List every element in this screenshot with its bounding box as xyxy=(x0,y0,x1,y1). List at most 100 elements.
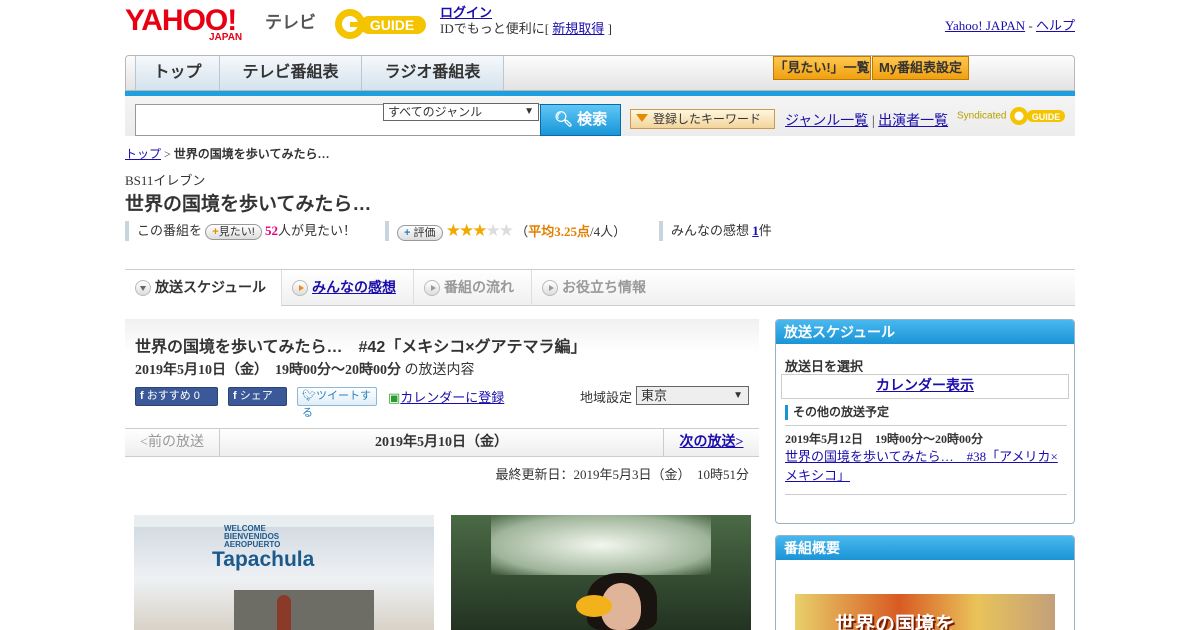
search-button-label: 検索 xyxy=(577,111,608,128)
nav-tab-tv-schedule[interactable]: テレビ番組表 xyxy=(220,56,362,90)
genre-select-value: すべてのジャンル xyxy=(388,105,483,119)
sidebar-summary-box: 番組概要 世界の国境を xyxy=(775,535,1075,630)
yahoo-japan-link[interactable]: Yahoo! JAPAN xyxy=(945,18,1025,33)
impressions-prefix: みんなの感想 xyxy=(671,223,750,238)
episode-datetime: 2019年5月10日（金） 19時00分～20時00分 xyxy=(135,363,401,378)
star-filled-icon: ★ xyxy=(472,221,487,240)
plus-icon: + xyxy=(404,227,411,240)
nav-tab-top[interactable]: トップ xyxy=(135,56,220,90)
gguide-logo: GUIDE xyxy=(334,6,432,42)
calendar-button-label[interactable]: カレンダー表示 xyxy=(876,379,974,394)
top-right-links: Yahoo! JAPAN - ヘルプ xyxy=(945,15,1075,34)
last-updated: 最終更新日：2019年5月3日（金） 10時51分 xyxy=(495,467,749,482)
play-icon xyxy=(542,280,558,296)
tab-schedule-label: 放送スケジュール xyxy=(155,279,267,295)
airport-sign: Tapachula xyxy=(212,548,315,571)
want-suffix: 人が見たい！ xyxy=(278,223,357,238)
share-label: シェア xyxy=(239,390,273,402)
photo-doorway xyxy=(234,590,374,630)
syndicated-label: Syndicated xyxy=(957,110,1007,122)
my-schedule-button[interactable]: My番組表設定 xyxy=(872,56,969,80)
tweet-button[interactable]: 🐦︎ツイートする xyxy=(297,387,377,419)
chevron-down-icon: ▼ xyxy=(733,390,743,401)
select-date-label: 放送日を選択 xyxy=(785,359,864,374)
search-links: ジャンル一覧 | 出演者一覧 xyxy=(785,110,948,130)
rating-average: 平均3.25点 xyxy=(528,224,591,239)
genre-list-link[interactable]: ジャンル一覧 xyxy=(785,114,868,129)
program-title: 世界の国境を歩いてみたら… xyxy=(125,194,372,215)
want-list-button[interactable]: 「見たい!」一覧 xyxy=(773,56,871,80)
other-schedule-link[interactable]: 世界の国境を歩いてみたら… #38「アメリカ×メキシコ」 xyxy=(785,449,1058,483)
signup-link[interactable]: 新規取得 xyxy=(552,21,604,36)
svg-text:GUIDE: GUIDE xyxy=(370,17,414,33)
site-name: テレビ xyxy=(265,13,316,32)
yahoo-logo-text: YAHOO! xyxy=(125,4,237,37)
login-link[interactable]: ログイン xyxy=(440,5,492,20)
episode-photo-airport: WELCOME BIENVENIDOS AEROPUERTO Tapachula xyxy=(134,515,434,630)
rating-stars: ★★★★★ xyxy=(445,221,514,240)
facebook-share-button[interactable]: f シェア xyxy=(228,387,287,406)
breadcrumb-home[interactable]: トップ xyxy=(125,147,161,161)
play-icon xyxy=(424,280,440,296)
chevron-down-icon xyxy=(135,280,151,296)
keyword-button[interactable]: 登録したキーワード xyxy=(630,109,775,129)
region-select[interactable]: 東京 ▼ xyxy=(636,386,749,405)
sidebar-summary-title: 番組概要 xyxy=(776,536,1074,560)
other-schedule-datetime: 2019年5月12日 19時00分～20時00分 xyxy=(785,432,984,446)
photo-person xyxy=(277,595,291,630)
calendar-button[interactable]: カレンダー表示 xyxy=(781,374,1069,399)
tab-schedule[interactable]: 放送スケジュール xyxy=(125,270,282,307)
program-stats: この番組を +見たい! 52人が見たい！ + 評価 ★★★★★ （平均3.25点… xyxy=(125,221,825,242)
rate-button[interactable]: + 評価 xyxy=(397,225,443,242)
channel-name: BS11イレブン xyxy=(125,173,206,188)
sidebar-schedule-title: 放送スケジュール xyxy=(776,320,1074,344)
search-button[interactable]: 🔍︎ 検索 xyxy=(540,104,621,136)
genre-select[interactable]: すべてのジャンル ▼ xyxy=(383,103,539,121)
want-button-label: 見たい! xyxy=(218,226,255,239)
tab-flow: 番組の流れ xyxy=(414,270,532,306)
date-nav: <前の放送 2019年5月10日（金） 次の放送> xyxy=(125,428,759,457)
impressions-suffix: 件 xyxy=(758,223,772,238)
login-block: ログイン IDでもっと便利に[ 新規取得 ] xyxy=(440,5,612,37)
want-button[interactable]: +見たい! xyxy=(205,224,262,241)
help-link[interactable]: ヘルプ xyxy=(1036,18,1075,33)
facebook-icon: f xyxy=(140,390,144,402)
nav-tab-radio-schedule[interactable]: ラジオ番組表 xyxy=(362,56,504,90)
gguide-small-icon: GUIDE xyxy=(1010,107,1066,125)
facebook-icon: f xyxy=(233,390,237,402)
triangle-down-icon xyxy=(636,114,648,122)
facebook-recommend-button[interactable]: f おすすめ 0 xyxy=(135,387,218,406)
want-count: 52 xyxy=(265,223,279,238)
yahoo-logo-sub: JAPAN xyxy=(209,32,243,43)
yahoo-japan-logo[interactable]: YAHOO! JAPAN xyxy=(125,4,263,44)
calendar-register-link[interactable]: カレンダーに登録 xyxy=(400,390,504,405)
tab-impressions[interactable]: みんなの感想 xyxy=(282,270,414,306)
prev-broadcast: <前の放送 xyxy=(125,429,220,456)
breadcrumb: トップ > 世界の国境を歩いてみたら… xyxy=(125,145,329,162)
sidebar-schedule-box: 放送スケジュール 放送日を選択 カレンダー表示 その他の放送予定 2019年5月… xyxy=(775,319,1075,524)
episode-time: 2019年5月10日（金） 19時00分～20時00分 の放送内容 xyxy=(135,359,475,379)
want-prefix: この番組を xyxy=(137,223,203,238)
region-select-value: 東京 xyxy=(641,388,668,403)
rating-stat: + 評価 ★★★★★ （平均3.25点/4人） xyxy=(385,221,626,242)
star-empty-icon: ★ xyxy=(498,221,514,240)
star-filled-icon: ★ xyxy=(445,221,461,240)
episode-title: 世界の国境を歩いてみたら… #42「メキシコ×グアテマラ編」 xyxy=(135,339,587,356)
program-tabs: 放送スケジュール みんなの感想 番組の流れ お役立ち情報 xyxy=(125,269,1075,307)
search-bar: すべてのジャンル ▼ 🔍︎ 検索 登録したキーワード ジャンル一覧 | 出演者一… xyxy=(125,96,1075,136)
global-nav: トップ テレビ番組表 ラジオ番組表 「見たい!」一覧 My番組表設定 xyxy=(125,55,1075,91)
performer-list-link[interactable]: 出演者一覧 xyxy=(878,114,948,129)
episode-datetime-suffix: の放送内容 xyxy=(404,363,475,378)
calendar-add-icon: ▣ xyxy=(388,390,401,405)
episode-photo-mango xyxy=(451,515,751,630)
region-label: 地域設定 xyxy=(580,390,633,405)
next-broadcast-link[interactable]: 次の放送> xyxy=(680,435,744,450)
calendar-register: ▣カレンダーに登録 xyxy=(388,387,504,406)
login-note-prefix: IDでもっと便利に[ xyxy=(440,21,550,36)
recommend-label: おすすめ 0 xyxy=(146,390,200,402)
program-key-visual: 世界の国境を xyxy=(795,594,1055,630)
tab-useful-info: お役立ち情報 xyxy=(532,270,662,306)
photo-mango xyxy=(576,595,612,617)
login-note-suffix: ] xyxy=(607,21,612,36)
syndicated-logo: Syndicated GUIDE xyxy=(957,104,1067,128)
